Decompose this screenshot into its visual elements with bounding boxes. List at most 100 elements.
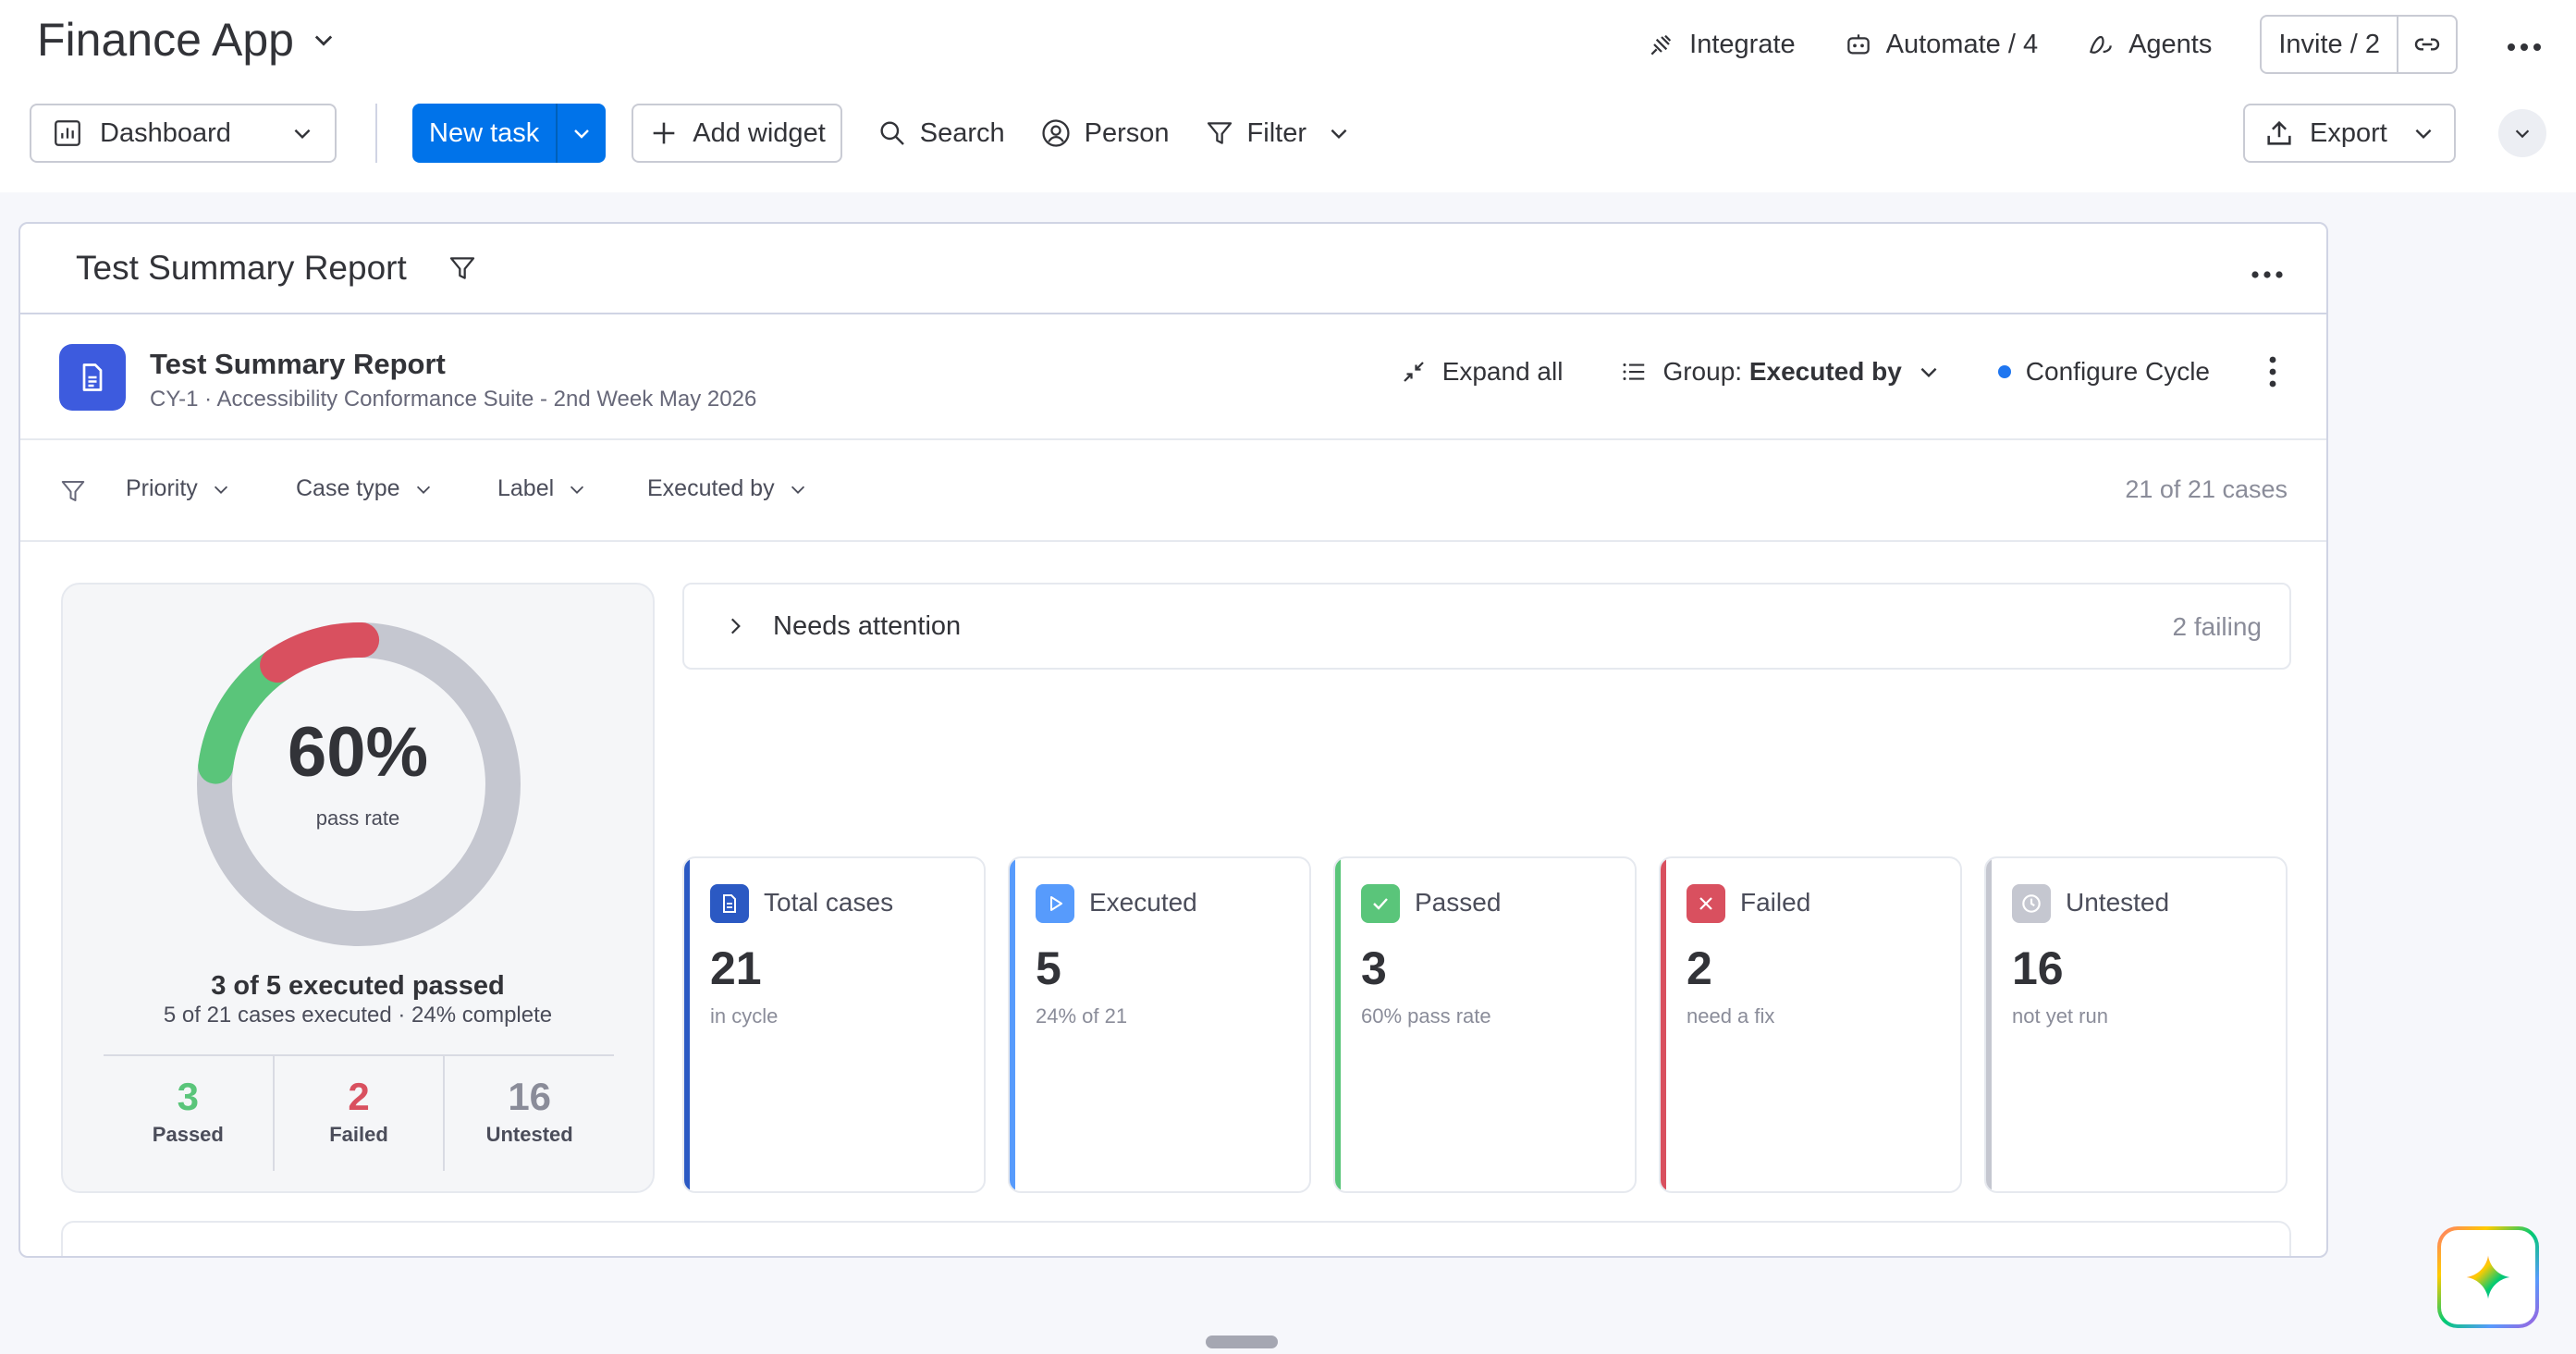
chevron-down-icon — [294, 129, 311, 140]
automate-label: Automate / 4 — [1885, 29, 2039, 59]
case-type-filter[interactable]: Case type — [296, 475, 434, 502]
automate-button[interactable]: Automate / 4 — [1844, 30, 2038, 60]
ai-assistant-button[interactable] — [2437, 1226, 2539, 1328]
kpi-accent-bar — [684, 858, 690, 1191]
sparkle-icon — [2466, 1255, 2510, 1299]
kpi-value: 16 — [2012, 942, 2064, 994]
document-icon — [710, 884, 749, 923]
drag-handle[interactable] — [1206, 1336, 1278, 1348]
filter-icon[interactable] — [448, 253, 477, 283]
configure-cycle-label: Configure Cycle — [2025, 357, 2210, 386]
kpi-title: Failed — [1740, 888, 1811, 917]
chevron-down-icon — [1331, 129, 1347, 140]
needs-attention-row[interactable]: Needs attention 2 failing — [682, 583, 2291, 670]
expand-all-button[interactable]: Expand all — [1400, 357, 1563, 387]
group-by-select[interactable]: Group: Executed by — [1620, 357, 1940, 387]
filter-button[interactable]: Filter — [1205, 118, 1351, 149]
collapse-header-button[interactable] — [2498, 109, 2546, 157]
person-label: Person — [1084, 117, 1170, 148]
robot-icon — [1846, 34, 1870, 55]
kpi-title: Executed — [1089, 888, 1197, 917]
clock-icon — [2012, 884, 2051, 923]
configure-cycle-button[interactable]: Configure Cycle — [1997, 357, 2210, 387]
label-filter[interactable]: Label — [497, 475, 587, 502]
check-icon — [1361, 884, 1400, 923]
add-widget-button[interactable]: Add widget — [632, 104, 842, 163]
play-icon — [1036, 884, 1074, 923]
agents-label: Agents — [2128, 29, 2213, 59]
filter-label: Filter — [1246, 117, 1306, 148]
kpi-value: 2 — [1687, 942, 1712, 994]
kpi-untested: Untested 16 not yet run — [1984, 856, 2288, 1193]
dashboard-board: Test Summary Report Test Summary Report … — [18, 222, 2328, 1258]
kpi-subtitle: in cycle — [710, 1004, 779, 1028]
filter-label: Executed by — [647, 475, 775, 501]
export-button[interactable]: Export — [2243, 104, 2456, 163]
stat-passed: 3 Passed — [104, 1056, 273, 1171]
app-title: Finance App — [37, 14, 294, 66]
executed-by-filter[interactable]: Executed by — [647, 475, 808, 502]
invite-label: Invite / 2 — [2278, 29, 2380, 59]
widget-title: Test Summary Report — [150, 348, 446, 380]
pass-rate-card: 60% pass rate 3 of 5 executed passed 5 o… — [61, 583, 655, 1193]
top-actions: Integrate Automate / 4 Agents Invite / 2 — [1647, 15, 2543, 74]
plus-icon — [653, 122, 675, 144]
more-options-button[interactable] — [2506, 30, 2543, 60]
more-horizontal-icon — [2508, 43, 2541, 51]
invite-button[interactable]: Invite / 2 — [2262, 17, 2397, 72]
priority-filter[interactable]: Priority — [126, 475, 231, 502]
chevron-down-icon — [2415, 129, 2432, 140]
kpi-value: 21 — [710, 942, 762, 994]
integrate-button[interactable]: Integrate — [1647, 30, 1796, 60]
new-task-group: New task — [412, 104, 607, 163]
status-dot — [1997, 365, 2011, 378]
next-widget-card — [61, 1221, 2291, 1256]
ring-segment-failed — [260, 622, 380, 683]
person-filter-button[interactable]: Person — [1040, 117, 1170, 149]
case-count: 21 of 21 cases — [2125, 475, 2288, 503]
chevron-down-icon — [574, 129, 590, 139]
dashboard-select[interactable]: Dashboard — [30, 104, 337, 163]
search-icon — [880, 121, 904, 145]
invite-group: Invite / 2 — [2260, 15, 2458, 74]
toolbar: Dashboard New task Add widget Search Per… — [30, 104, 1351, 163]
chevron-down-icon — [570, 486, 584, 494]
add-widget-label: Add widget — [693, 117, 826, 148]
kpi-title: Passed — [1415, 888, 1502, 917]
widget-more-button[interactable] — [2267, 355, 2278, 388]
board-more-button[interactable] — [2251, 250, 2284, 289]
chevron-right-icon — [730, 618, 741, 634]
close-icon — [1687, 884, 1725, 923]
kpi-accent-bar — [1986, 858, 1992, 1191]
plug-icon — [1650, 34, 1672, 55]
chart-icon — [55, 120, 80, 146]
pass-summary: 3 of 5 executed passed — [211, 971, 505, 1001]
top-bar: Finance App Integrate Automate / 4 Agent… — [0, 0, 2576, 192]
upload-icon — [2267, 120, 2291, 145]
kpi-failed: Failed 2 need a fix — [1659, 856, 1962, 1193]
stat-value: 16 — [508, 1075, 552, 1118]
kpi-value: 5 — [1036, 942, 1061, 994]
new-task-button[interactable]: New task — [412, 104, 556, 163]
more-horizontal-icon — [2251, 271, 2283, 278]
copy-link-button[interactable] — [2397, 17, 2456, 72]
kpi-subtitle: need a fix — [1687, 1004, 1775, 1028]
app-title-button[interactable]: Finance App — [37, 13, 337, 67]
search-button[interactable]: Search — [877, 118, 1005, 149]
stat-label: Untested — [485, 1123, 573, 1146]
filter-icon — [61, 481, 85, 501]
stat-value: 2 — [348, 1075, 370, 1118]
filter-label: Priority — [126, 475, 198, 501]
agents-button[interactable]: Agents — [2086, 30, 2212, 60]
agents-icon — [2090, 35, 2112, 54]
chevron-down-icon — [1920, 367, 1937, 378]
board-title[interactable]: Test Summary Report — [76, 249, 407, 288]
new-task-dropdown-button[interactable] — [556, 104, 606, 163]
link-icon — [2414, 38, 2440, 51]
pass-detail: 5 of 21 cases executed · 24% complete — [163, 1003, 553, 1028]
kpi-subtitle: 24% of 21 — [1036, 1004, 1128, 1028]
kpi-total-cases: Total cases 21 in cycle — [682, 856, 986, 1193]
widget-subtitle: CY-1 · Accessibility Conformance Suite -… — [150, 387, 757, 412]
export-label: Export — [2310, 117, 2387, 148]
widget-actions: Expand all Group: Executed by Configure … — [1400, 355, 2278, 388]
